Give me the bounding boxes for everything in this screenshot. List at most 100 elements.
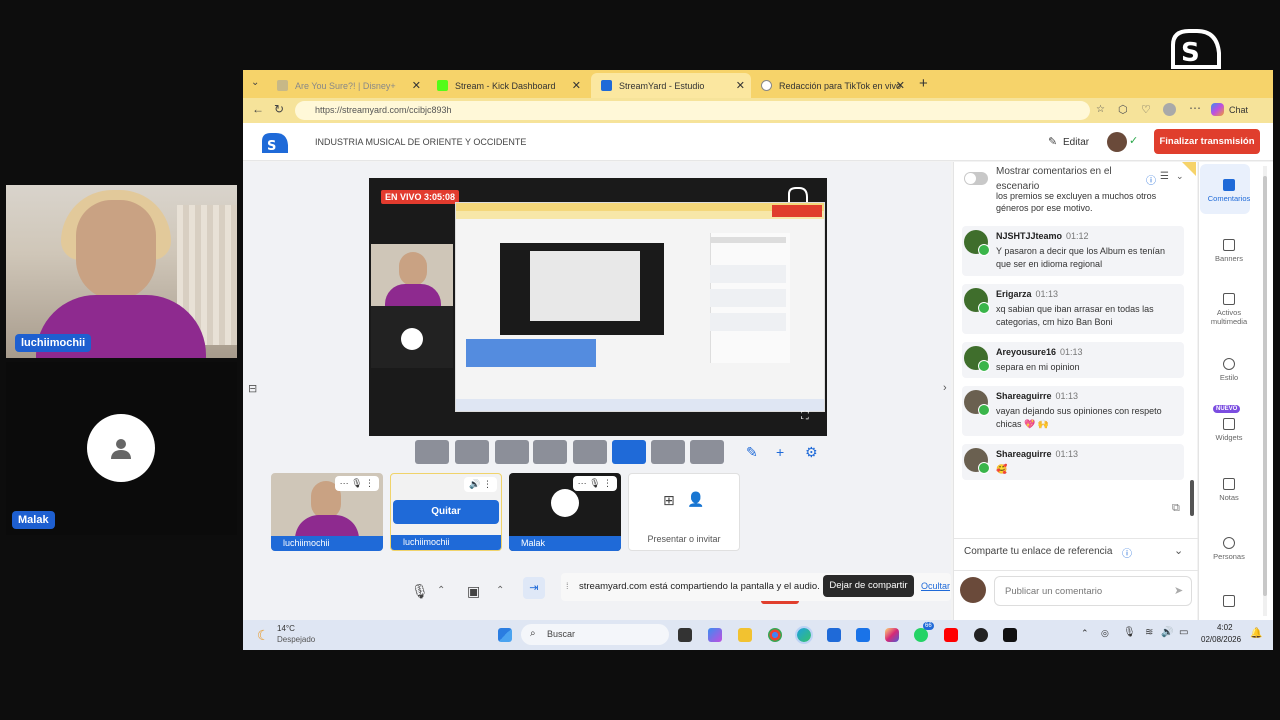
layout-group-button[interactable] bbox=[495, 440, 529, 464]
nav-scrollbar-thumb[interactable] bbox=[1263, 176, 1267, 596]
help-icon[interactable]: ⓘ bbox=[1146, 172, 1156, 187]
source-tile-cam[interactable]: ··· 🎙 ⋮ luchiimochii bbox=[271, 473, 383, 551]
nav-people[interactable]: Personas bbox=[1199, 537, 1259, 561]
copilot-taskbar-icon[interactable] bbox=[708, 628, 722, 642]
battery-icon[interactable]: ▭ bbox=[1179, 627, 1188, 638]
person-face bbox=[76, 200, 156, 300]
close-tab-icon[interactable]: ✕ bbox=[412, 79, 421, 92]
end-broadcast-button[interactable]: Finalizar transmisión bbox=[1154, 129, 1260, 154]
layout-two-button[interactable] bbox=[455, 440, 489, 464]
reload-icon[interactable]: ↻ bbox=[274, 102, 284, 116]
tab-menu-chevron-icon[interactable]: ⌄ bbox=[251, 77, 259, 88]
tray-mic-icon[interactable]: 🎙 bbox=[1123, 627, 1136, 638]
camera-settings-chevron-icon[interactable]: ⌃ bbox=[496, 585, 504, 596]
comment-item: Shareaguirre 01:13 🥰 bbox=[962, 444, 1184, 480]
obs-icon[interactable] bbox=[974, 628, 988, 642]
edge-icon[interactable] bbox=[795, 626, 813, 644]
referral-chevron-down-icon[interactable]: ⌄ bbox=[1174, 544, 1183, 557]
edit-button[interactable]: Editar bbox=[1063, 137, 1089, 148]
stage-comments-toggle[interactable] bbox=[964, 172, 988, 185]
chrome-icon[interactable] bbox=[768, 628, 782, 642]
nav-style[interactable]: Estilo bbox=[1199, 358, 1259, 382]
nav-comments[interactable]: Comentarios bbox=[1199, 179, 1259, 203]
nav-banners[interactable]: Banners bbox=[1199, 239, 1259, 263]
favorite-star-icon[interactable]: ☆ bbox=[1096, 104, 1105, 115]
extensions-icon[interactable]: ⬡ bbox=[1118, 103, 1128, 116]
browser-tab-bar: ⌄ Are You Sure?! | Disney+ ✕ Stream - Ki… bbox=[243, 70, 1273, 98]
url-input[interactable]: https://streamyard.com/ccibjc893h bbox=[295, 101, 1090, 120]
collapse-left-panel-icon[interactable]: ⊟ bbox=[248, 382, 257, 395]
send-icon[interactable]: ➤ bbox=[1174, 584, 1183, 597]
fullscreen-icon[interactable]: ⛶ bbox=[801, 410, 809, 423]
tray-app-icon[interactable]: ◎ bbox=[1101, 628, 1109, 639]
comment-input[interactable]: Publicar un comentario bbox=[994, 576, 1192, 606]
whatsapp-icon[interactable] bbox=[914, 628, 928, 642]
nav-notes[interactable]: Notas bbox=[1199, 478, 1259, 502]
task-view-icon[interactable] bbox=[678, 628, 692, 642]
tray-chevron-up-icon[interactable]: ⌃ bbox=[1081, 628, 1089, 639]
windows-start-icon[interactable] bbox=[498, 628, 512, 642]
close-tab-icon[interactable]: ✕ bbox=[572, 79, 581, 92]
audio-options-icon[interactable]: 🔊 ⋮ bbox=[464, 477, 497, 492]
layout-split-button[interactable] bbox=[533, 440, 567, 464]
nav-widgets[interactable]: Widgets bbox=[1199, 418, 1259, 442]
mic-settings-chevron-icon[interactable]: ⌃ bbox=[437, 585, 445, 596]
comment-time: 01:13 bbox=[1060, 347, 1083, 357]
youtube-icon[interactable] bbox=[944, 628, 958, 642]
layout-settings-gear-icon[interactable]: ⚙ bbox=[805, 444, 818, 461]
weather-moon-icon[interactable]: ☾ bbox=[257, 627, 270, 644]
source-tile-malak[interactable]: ··· 🎙 ⋮ Malak bbox=[509, 473, 621, 551]
broadcast-title[interactable]: INDUSTRIA MUSICAL DE ORIENTE Y OCCIDENTE bbox=[315, 137, 526, 147]
new-tab-plus-icon[interactable]: + bbox=[919, 75, 928, 92]
hide-notice-link[interactable]: Ocultar bbox=[921, 581, 950, 591]
wifi-icon[interactable]: ≋ bbox=[1145, 627, 1153, 638]
invite-tile[interactable]: ⊞ 👤 Presentar o invitar bbox=[628, 473, 740, 551]
taskbar-search-box[interactable]: ⌕ Buscar bbox=[521, 624, 669, 645]
nav-media-assets[interactable]: Activos multimedia bbox=[1199, 293, 1259, 326]
source-tile-screen[interactable]: 🔊 ⋮ Quitar luchiimochii bbox=[390, 473, 502, 551]
browser-tab-streamyard[interactable]: StreamYard - Estudio ✕ bbox=[591, 73, 751, 98]
tiktok-icon[interactable] bbox=[1003, 628, 1017, 642]
share-screen-icon[interactable]: ⇥ bbox=[523, 577, 545, 599]
remove-from-stage-button[interactable]: Quitar bbox=[393, 500, 499, 524]
close-tab-icon[interactable]: ✕ bbox=[896, 79, 905, 92]
store-icon[interactable] bbox=[827, 628, 841, 642]
layout-screen-sidebar-button[interactable] bbox=[612, 440, 646, 464]
layout-side-button[interactable] bbox=[573, 440, 607, 464]
file-explorer-icon[interactable] bbox=[738, 628, 752, 642]
browser-tab-kick[interactable]: Stream - Kick Dashboard ✕ bbox=[427, 73, 587, 98]
filter-settings-icon[interactable]: ☰ bbox=[1160, 171, 1169, 182]
referral-label[interactable]: Comparte tu enlace de referencia bbox=[964, 546, 1112, 557]
edit-layout-pencil-icon[interactable]: ✎ bbox=[746, 444, 758, 461]
layout-screen-button[interactable] bbox=[651, 440, 685, 464]
clock-date[interactable]: 02/08/2026 bbox=[1201, 635, 1241, 644]
stop-sharing-button[interactable]: Dejar de compartir bbox=[823, 575, 914, 597]
microphone-icon[interactable]: 🎙 bbox=[411, 583, 429, 600]
camera-icon[interactable]: ▣ bbox=[467, 583, 480, 600]
close-tab-icon[interactable]: ✕ bbox=[736, 79, 745, 92]
layout-solo-button[interactable] bbox=[415, 440, 449, 464]
comments-scrollbar[interactable] bbox=[1190, 480, 1194, 516]
back-arrow-icon[interactable]: ← bbox=[252, 102, 264, 116]
more-menu-icon[interactable]: ⋯ bbox=[1189, 101, 1201, 115]
collections-icon[interactable]: ♡ bbox=[1141, 103, 1151, 116]
collapse-right-panel-icon[interactable]: › bbox=[943, 382, 947, 394]
browser-tab-tiktok[interactable]: Redacción para TikTok en vivo ✕ bbox=[751, 73, 911, 98]
chat-button[interactable]: Chat bbox=[1229, 105, 1248, 115]
add-layout-plus-icon[interactable]: + bbox=[776, 444, 784, 460]
host-avatar[interactable] bbox=[1107, 132, 1127, 152]
browser-tab-disney[interactable]: Are You Sure?! | Disney+ ✕ bbox=[267, 73, 427, 98]
outlook-icon[interactable] bbox=[856, 628, 870, 642]
profile-avatar-icon[interactable] bbox=[1163, 103, 1176, 116]
volume-icon[interactable]: 🔊 bbox=[1161, 627, 1173, 638]
notifications-bell-icon[interactable]: 🔔 bbox=[1250, 628, 1262, 639]
instagram-icon[interactable] bbox=[885, 628, 899, 642]
layout-fullscreen-button[interactable] bbox=[690, 440, 724, 464]
referral-help-icon[interactable]: ⓘ bbox=[1122, 545, 1132, 560]
pop-out-icon[interactable]: ⧉ bbox=[1172, 502, 1180, 515]
clock-time[interactable]: 4:02 bbox=[1217, 623, 1233, 632]
mic-options-icon[interactable]: ··· 🎙 ⋮ bbox=[334, 476, 379, 491]
mic-options-icon[interactable]: ··· 🎙 ⋮ bbox=[572, 476, 617, 491]
drag-handle-icon[interactable]: ⁞ bbox=[566, 581, 569, 591]
nav-chat[interactable] bbox=[1199, 595, 1259, 610]
